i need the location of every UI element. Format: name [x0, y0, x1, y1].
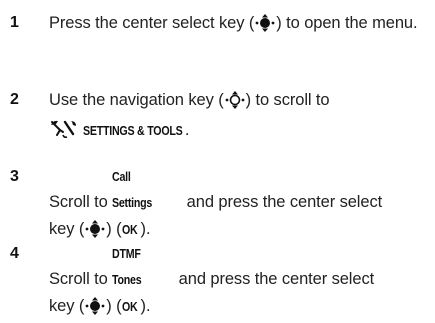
- step-text-part: ).: [140, 297, 151, 315]
- step-text-part: ) (: [106, 220, 122, 238]
- step-text-part: Scroll to: [49, 193, 113, 211]
- navigation-key-icon: [224, 89, 246, 117]
- step-text: Press the center select key ( ) to open t…: [49, 10, 429, 40]
- step-number: 2: [10, 91, 19, 108]
- step-text-part: .: [184, 121, 190, 139]
- step-number: 4: [10, 245, 19, 262]
- keyword-dtmf-tones: DTMF Tones: [112, 246, 142, 287]
- step-text: Scroll to Call Settings and press the ce…: [49, 164, 429, 246]
- step-text-part: Press the center select key (: [49, 14, 255, 32]
- center-select-key-icon: [84, 295, 106, 323]
- keyword-ok: OK: [121, 222, 138, 237]
- step-text: Scroll to DTMF Tones and press the cente…: [49, 241, 429, 323]
- step-text-part: ) (: [106, 297, 122, 315]
- menu-label-settings-tools: SETTINGS & TOOLS: [83, 123, 184, 138]
- step-text-part: Scroll to: [49, 270, 113, 288]
- step-text-part: and press the center select: [174, 270, 375, 288]
- settings-tools-icon: [49, 119, 79, 147]
- step-text-part: ).: [140, 220, 151, 238]
- step-number: 3: [10, 168, 19, 185]
- step-text: Use the navigation key ( ) to scroll to S…: [49, 87, 429, 147]
- step-text-part: key (: [49, 297, 85, 315]
- step-text-part: and press the center select: [182, 193, 383, 211]
- step-text-part: Use the navigation key (: [49, 91, 224, 109]
- step-text-part: ) to open the menu.: [276, 14, 418, 32]
- step-number: 1: [10, 14, 19, 31]
- keyword-call-settings: Call Settings: [112, 169, 153, 210]
- center-select-key-icon: [254, 12, 276, 40]
- step-text-part: key (: [49, 220, 85, 238]
- step-text-part: ) to scroll to: [245, 91, 330, 109]
- keyword-ok: OK: [121, 299, 138, 314]
